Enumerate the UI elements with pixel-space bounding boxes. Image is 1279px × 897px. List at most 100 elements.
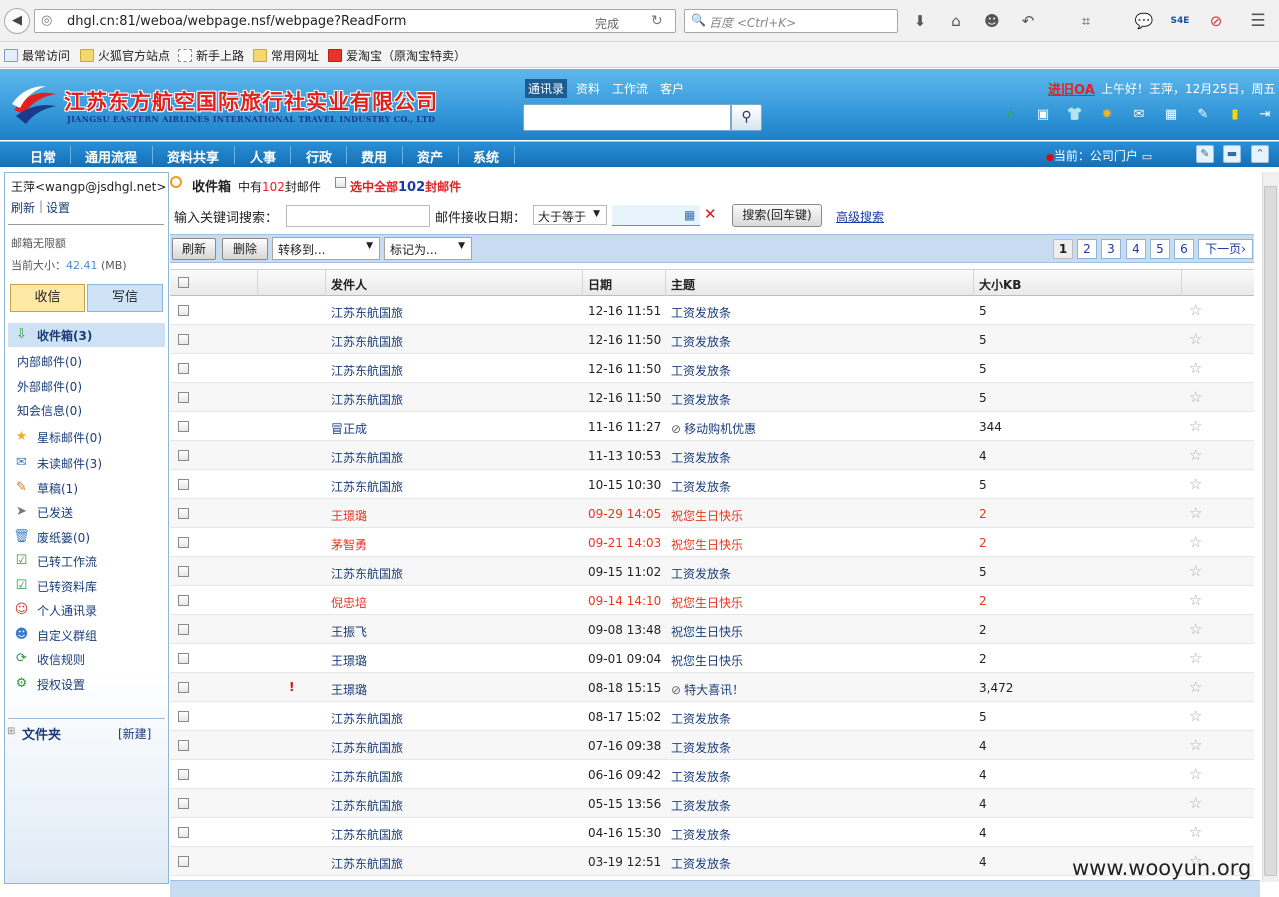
mark-as-select[interactable]: 标记为... ▼ [384,237,472,260]
table-row[interactable]: 江苏东航国旅 08-17 15:02 工资发放条 5 ☆ [170,702,1254,731]
star-icon[interactable]: ☆ [1189,533,1202,551]
star-icon[interactable]: ☆ [1189,504,1202,522]
sidebar-item[interactable]: 已转工作流 [37,553,97,570]
pen-icon[interactable]: ✎ [1196,145,1214,163]
star-icon[interactable]: ☆ [1189,301,1202,319]
select-all-checkbox[interactable] [335,177,346,188]
star-icon[interactable]: ☆ [1189,446,1202,464]
sender[interactable]: 王璟璐 [331,652,367,669]
table-row[interactable]: 王振飞 09-08 13:48 祝您生日快乐 2 ☆ [170,615,1254,644]
subject[interactable]: 工资发放条 [671,391,731,408]
subject[interactable]: 工资发放条 [671,565,731,582]
sidebar-item[interactable]: 授权设置 [37,676,85,693]
subject[interactable]: 工资发放条 [671,333,731,350]
sender[interactable]: 冒正成 [331,420,367,437]
subject[interactable]: 工资发放条 [671,855,731,872]
sender[interactable]: 江苏东航国旅 [331,391,403,408]
subject[interactable]: 工资发放条 [671,449,731,466]
page-6[interactable]: 6 [1174,239,1194,259]
sidebar-item[interactable]: 知会信息(0) [17,402,82,419]
back-icon[interactable]: ◀ [4,8,30,34]
table-row[interactable]: 倪忠培 09-14 14:10 祝您生日快乐 2 ☆ [170,586,1254,615]
sender[interactable]: 江苏东航国旅 [331,478,403,495]
star-icon[interactable]: ☆ [1189,388,1202,406]
star-icon[interactable]: ☆ [1189,823,1202,841]
row-checkbox[interactable] [178,421,189,432]
sidebar-item[interactable]: 收信规则 [37,651,85,668]
nav-daily[interactable]: 日常 [30,147,56,166]
page-3[interactable]: 3 [1101,239,1121,259]
sender[interactable]: 倪忠培 [331,594,367,611]
table-row[interactable]: 江苏东航国旅 12-16 11:51 工资发放条 5 ☆ [170,296,1254,325]
sidebar-item[interactable]: 个人通讯录 [37,602,97,619]
chat-icon[interactable]: 💬 [1134,11,1154,31]
calendar-icon[interactable]: ▦ [684,208,695,222]
subject[interactable]: 祝您生日快乐 [671,594,743,611]
table-row[interactable]: ! 王璟璐 08-18 15:15 ⊘ 特大喜讯！ 3,472 ☆ [170,673,1254,702]
subject[interactable]: 祝您生日快乐 [671,652,743,669]
gear-icon[interactable]: ✹ [1098,106,1116,124]
sidebar-item[interactable]: 内部邮件(0) [17,353,82,370]
table-row[interactable]: 江苏东航国旅 12-16 11:50 工资发放条 5 ☆ [170,383,1254,412]
nav-assets[interactable]: 资产 [417,147,443,166]
next-page-button[interactable]: 下一页› [1198,239,1253,259]
minimize-icon[interactable]: ▬ [1223,145,1241,163]
header-search-button[interactable]: ⚲ [731,104,762,131]
subject[interactable]: 工资发放条 [671,710,731,727]
scrollbar-thumb[interactable] [1264,186,1277,876]
row-checkbox[interactable] [178,798,189,809]
subject[interactable]: 工资发放条 [671,797,731,814]
star-icon[interactable]: ☆ [1189,562,1202,580]
nav-resource-share[interactable]: 资料共享 [167,147,219,166]
page-4[interactable]: 4 [1126,239,1146,259]
tab-documents[interactable]: 资料 [573,79,603,98]
refresh-button[interactable]: 刷新 [172,238,216,260]
sender[interactable]: 江苏东航国旅 [331,855,403,872]
subject[interactable]: 工资发放条 [671,304,731,321]
edit-icon[interactable]: ✎ [1194,106,1212,124]
subject[interactable]: 祝您生日快乐 [671,536,743,553]
table-row[interactable]: 江苏东航国旅 12-16 11:50 工资发放条 5 ☆ [170,354,1254,383]
page-2[interactable]: 2 [1077,239,1097,259]
expand-icon[interactable]: ⊞ [7,726,15,737]
star-icon[interactable]: ☆ [1189,736,1202,754]
logout-icon[interactable]: ⇥ [1256,106,1274,124]
sender[interactable]: 江苏东航国旅 [331,362,403,379]
column-size[interactable]: 大小KB [979,276,1021,293]
subject[interactable]: 工资发放条 [671,768,731,785]
mail-icon[interactable]: ✉ [1130,106,1148,124]
subject[interactable]: 工资发放条 [671,478,731,495]
subject[interactable]: 工资发放条 [671,362,731,379]
row-checkbox[interactable] [178,334,189,345]
sender[interactable]: 江苏东航国旅 [331,304,403,321]
sidebar-item[interactable]: 草稿(1) [37,480,78,497]
new-folder-link[interactable]: [新建] [118,725,151,742]
nav-admin[interactable]: 行政 [306,147,332,166]
advanced-search-link[interactable]: 高级搜索 [836,208,884,225]
sender[interactable]: 江苏东航国旅 [331,449,403,466]
table-row[interactable]: 冒正成 11-16 11:27 ⊘ 移动购机优惠 344 ☆ [170,412,1254,441]
home-icon[interactable]: ⌂ [1002,106,1020,124]
star-icon[interactable]: ☆ [1189,475,1202,493]
column-sender[interactable]: 发件人 [331,276,367,293]
star-icon[interactable]: ☆ [1189,330,1202,348]
collapse-icon[interactable]: ⌃ [1251,145,1269,163]
sender[interactable]: 江苏东航国旅 [331,333,403,350]
table-row[interactable]: 江苏东航国旅 11-13 10:53 工资发放条 4 ☆ [170,441,1254,470]
nav-expense[interactable]: 费用 [361,147,387,166]
star-icon[interactable]: ☆ [1189,620,1202,638]
sender[interactable]: 江苏东航国旅 [331,768,403,785]
sidebar-item[interactable]: 废纸篓(0) [37,529,90,546]
search-button[interactable]: 搜索(回车键) [732,204,822,227]
table-row[interactable]: 王璟璐 09-29 14:05 祝您生日快乐 2 ☆ [170,499,1254,528]
sidebar-item[interactable]: 外部邮件(0) [17,378,82,395]
header-search-input[interactable] [523,104,731,131]
bookmark-item[interactable]: 常用网址 [253,47,319,64]
sender[interactable]: 江苏东航国旅 [331,826,403,843]
date-operator-select[interactable]: 大于等于 ▼ [533,205,607,225]
star-icon[interactable]: ☆ [1189,359,1202,377]
tab-clients[interactable]: 客户 [657,79,687,98]
row-checkbox[interactable] [178,537,189,548]
select-all-label[interactable]: 选中全部102封邮件 [350,178,461,195]
row-checkbox[interactable] [178,740,189,751]
